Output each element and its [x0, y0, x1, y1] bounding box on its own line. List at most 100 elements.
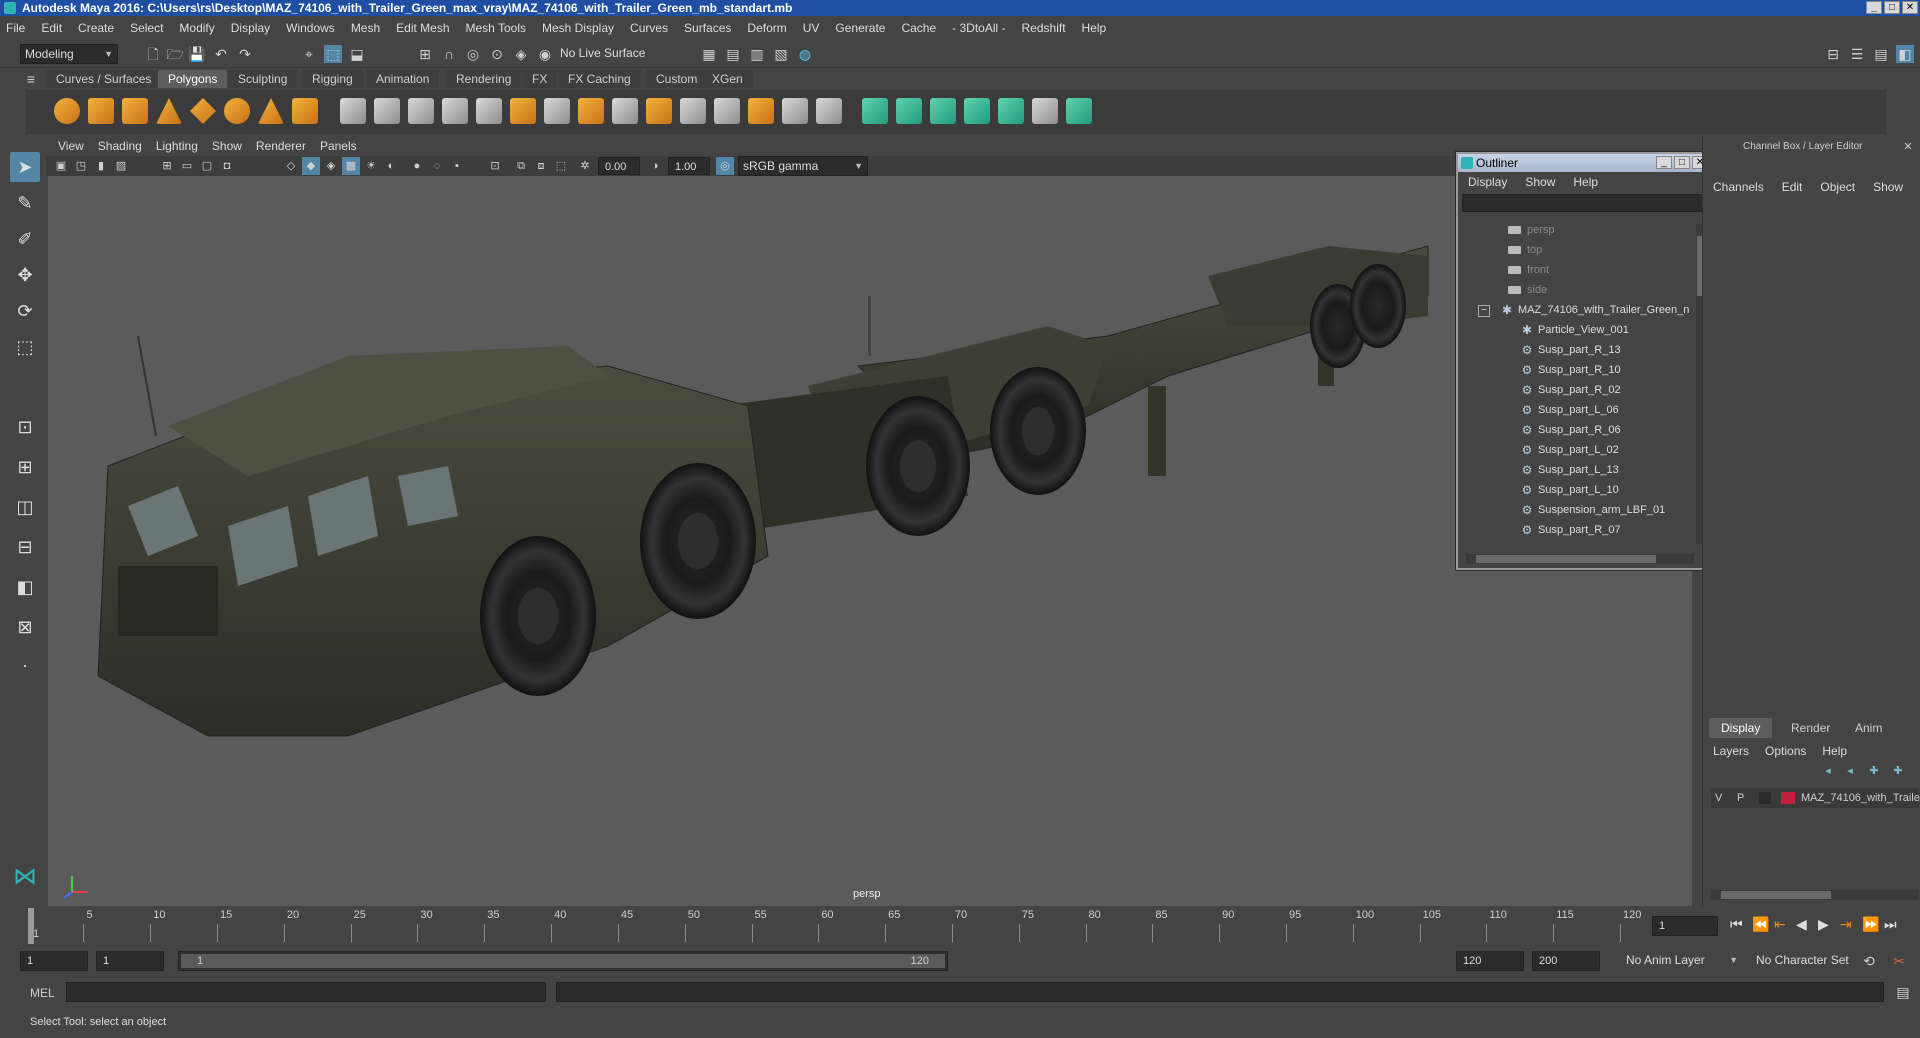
hypershade-icon[interactable]: ◍ [796, 45, 814, 63]
step-back-key-icon[interactable]: ⇤ [1774, 916, 1786, 933]
scrollbar-thumb[interactable] [1476, 555, 1656, 563]
paint-select-icon[interactable]: ✐ [10, 224, 40, 254]
color-management-icon[interactable]: ◎ [716, 157, 734, 175]
resolution-gate-icon[interactable]: ▢ [198, 157, 216, 175]
playback-start-field[interactable]: 1 [96, 951, 164, 971]
command-language-label[interactable]: MEL [30, 986, 55, 1000]
outliner-item-mesh[interactable]: ⚙ Susp_part_L_06 [1520, 400, 1619, 420]
camera-select-icon[interactable]: ▣ [52, 157, 70, 175]
color-space-dropdown[interactable]: sRGB gamma ▼ [738, 156, 868, 176]
step-back-icon[interactable]: ⏪ [1752, 916, 1769, 933]
poly-pyramid-icon[interactable] [258, 98, 284, 124]
layer-menu-help[interactable]: Help [1822, 744, 1847, 758]
menu-deform[interactable]: Deform [747, 21, 786, 35]
shelf-tab-rendering[interactable]: Rendering [446, 70, 522, 88]
select-component-icon[interactable]: ⬓ [348, 45, 366, 63]
snap-surface-icon[interactable]: ◈ [512, 45, 530, 63]
perspective-viewport[interactable]: persp [48, 176, 1692, 906]
unfold-icon[interactable] [1032, 98, 1058, 124]
viewport-menu-show[interactable]: Show [212, 139, 242, 153]
viewport-menu-shading[interactable]: Shading [98, 139, 142, 153]
poly-cylinder-icon[interactable] [122, 98, 148, 124]
viewport-menu-lighting[interactable]: Lighting [156, 139, 198, 153]
outliner-item-mesh[interactable]: ⚙ Susp_part_L_13 [1520, 460, 1619, 480]
move-tool-icon[interactable]: ✥ [10, 260, 40, 290]
bridge-icon[interactable] [578, 98, 604, 124]
layer-visibility-toggle[interactable]: V [1715, 788, 1722, 808]
select-hierarchy-icon[interactable]: ⌖ [300, 45, 318, 63]
new-scene-icon[interactable]: 🗋 [144, 45, 162, 63]
bevel-icon[interactable] [612, 98, 638, 124]
layer-playback-toggle[interactable]: P [1737, 788, 1744, 808]
channel-box-toggle-icon[interactable]: ▤ [1872, 45, 1890, 63]
smooth-icon[interactable] [442, 98, 468, 124]
poly-pipe-icon[interactable] [292, 98, 318, 124]
outliner-item-mesh[interactable]: ⚙ Susp_part_R_10 [1520, 360, 1621, 380]
menu-redshift[interactable]: Redshift [1022, 21, 1066, 35]
viewport-menu-view[interactable]: View [58, 139, 84, 153]
smooth-shade-icon[interactable]: ◆ [302, 157, 320, 175]
viewport-menu-panels[interactable]: Panels [320, 139, 357, 153]
target-weld-icon[interactable] [782, 98, 808, 124]
menu-edit[interactable]: Edit [41, 21, 62, 35]
film-gate-icon[interactable]: ▭ [178, 157, 196, 175]
shelf-tab-xgen[interactable]: XGen [702, 70, 753, 88]
poly-cube-icon[interactable] [88, 98, 114, 124]
undo-icon[interactable]: ↶ [212, 45, 230, 63]
anti-aliasing-icon[interactable]: ▪ [448, 157, 466, 175]
outliner-item-persp[interactable]: persp [1508, 220, 1555, 240]
poly-torus-icon[interactable] [224, 98, 250, 124]
auto-map-icon[interactable] [998, 98, 1024, 124]
shadows-icon[interactable]: ◐ [382, 157, 400, 175]
gate-mask-icon[interactable]: ◘ [218, 157, 236, 175]
multi-cut-icon[interactable] [544, 98, 570, 124]
close-button[interactable]: ✕ [1902, 1, 1918, 14]
outliner-title-bar[interactable]: Outliner _ □ ✕ [1458, 154, 1710, 172]
exposure-field[interactable]: 0.00 [598, 157, 640, 175]
save-scene-icon[interactable]: 💾 [188, 45, 206, 63]
menu-modify[interactable]: Modify [179, 21, 214, 35]
toggle-panel-icon[interactable]: ☰ [1848, 45, 1866, 63]
auto-key-icon[interactable]: ⟲ [1860, 952, 1878, 970]
outliner-item-maz-group[interactable]: − ✱ MAZ_74106_with_Trailer_Green_n [1478, 300, 1689, 320]
ambient-occlusion-icon[interactable]: ● [408, 157, 426, 175]
menu-generate[interactable]: Generate [835, 21, 885, 35]
play-backward-icon[interactable]: ◀ [1796, 916, 1807, 933]
layer-tab-anim[interactable]: Anim [1843, 718, 1894, 738]
playback-end-field[interactable]: 120 [1456, 951, 1524, 971]
outliner-menu-display[interactable]: Display [1468, 175, 1507, 189]
isolate-select-icon[interactable]: ⊡ [486, 157, 504, 175]
poly-sphere-icon[interactable] [54, 98, 80, 124]
end-time-field[interactable]: 200 [1532, 951, 1600, 971]
anim-layer-dropdown[interactable]: No Anim Layer ▼ [1622, 951, 1742, 971]
outliner-search-input[interactable] [1462, 194, 1706, 212]
ipr-render-icon[interactable]: ▥ [748, 45, 766, 63]
layer-row[interactable]: V P MAZ_74106_with_Traile [1711, 788, 1920, 808]
insert-edge-loop-icon[interactable] [680, 98, 706, 124]
menu-edit-mesh[interactable]: Edit Mesh [396, 21, 449, 35]
persp-graph-icon[interactable]: ⊟ [10, 532, 40, 562]
outliner-item-mesh[interactable]: ⚙ Susp_part_R_07 [1520, 520, 1621, 540]
outliner-menu-help[interactable]: Help [1573, 175, 1598, 189]
layer-color-swatch[interactable] [1781, 792, 1795, 804]
channel-box-menu-show[interactable]: Show [1873, 180, 1903, 194]
render-settings-icon[interactable]: ▧ [772, 45, 790, 63]
shelf-tab-fx-caching[interactable]: FX Caching [558, 70, 641, 88]
append-polygon-icon[interactable] [646, 98, 672, 124]
layer-menu-options[interactable]: Options [1765, 744, 1806, 758]
preferences-icon[interactable]: ✂ [1890, 952, 1908, 970]
redo-icon[interactable]: ↷ [236, 45, 254, 63]
poly-plane-icon[interactable] [190, 98, 216, 124]
open-scene-icon[interactable]: 🗁 [166, 45, 184, 63]
menu-3dtoall[interactable]: - 3DtoAll - [952, 21, 1005, 35]
select-object-icon[interactable]: ⬚ [324, 45, 342, 63]
lasso-tool-icon[interactable]: ✎ [10, 188, 40, 218]
go-to-end-icon[interactable]: ⏭ [1884, 916, 1897, 933]
offset-edge-loop-icon[interactable] [714, 98, 740, 124]
outliner-menu-show[interactable]: Show [1525, 175, 1555, 189]
workspace-icon[interactable]: ⊟ [1824, 45, 1842, 63]
start-time-field[interactable]: 1 [20, 951, 88, 971]
menu-display[interactable]: Display [231, 21, 270, 35]
current-frame-field[interactable]: 1 [1652, 916, 1718, 936]
collapse-icon[interactable]: − [1478, 305, 1490, 317]
